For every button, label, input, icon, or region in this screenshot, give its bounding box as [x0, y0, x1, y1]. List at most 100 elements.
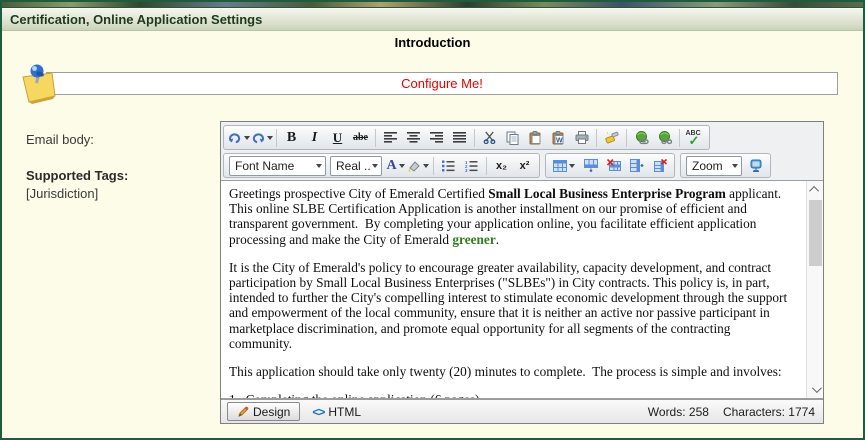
- font-color-icon: A: [386, 158, 396, 174]
- toolbar-separator: [433, 157, 434, 175]
- strikethrough-button[interactable]: abe: [349, 127, 372, 148]
- align-left-icon: [384, 132, 397, 143]
- hyperlink-button[interactable]: [630, 127, 653, 148]
- editor-text[interactable]: Greetings prospective City of Emerald Ce…: [221, 181, 806, 398]
- undo-icon: [251, 131, 265, 144]
- email-body-label: Email body:: [26, 132, 94, 147]
- align-center-button[interactable]: [402, 127, 425, 148]
- scrollbar-thumb[interactable]: [809, 200, 822, 266]
- editor-toolbar-row1: B I U abe: [223, 124, 821, 151]
- pencil-icon: [237, 406, 249, 418]
- chevron-down-icon: [423, 164, 429, 168]
- numbered-list-button[interactable]: 123: [460, 155, 483, 176]
- code-icon: <>: [312, 405, 324, 419]
- bullet-list-button[interactable]: [437, 155, 460, 176]
- rich-text-editor: B I U abe: [220, 121, 824, 424]
- chevron-down-icon: [732, 164, 738, 168]
- toolbar-group-font: Font Name Real ... A: [223, 153, 540, 178]
- font-color-button[interactable]: A: [384, 155, 407, 176]
- subscript-button[interactable]: x₂: [490, 155, 513, 176]
- editor-scrollbar[interactable]: [806, 181, 823, 398]
- justify-icon: [453, 132, 466, 143]
- justify-button[interactable]: [448, 127, 471, 148]
- character-count: Characters: 1774: [723, 405, 815, 419]
- underline-icon: U: [333, 130, 342, 146]
- bold-button[interactable]: B: [280, 127, 303, 148]
- toolbar-group-table: [545, 153, 675, 178]
- editor-statusbar: Design <> HTML Words: 258 Characters: 17…: [221, 399, 823, 423]
- undo-button[interactable]: [250, 127, 273, 148]
- editor-paragraph: Greetings prospective City of Emerald Ce…: [229, 186, 796, 247]
- scroll-down-button[interactable]: [807, 381, 823, 398]
- background-color-button[interactable]: [407, 155, 430, 176]
- chevron-down-icon: [316, 164, 322, 168]
- chevron-down-icon: [372, 164, 378, 168]
- toolbar-separator: [486, 157, 487, 175]
- chevron-down-icon: [569, 164, 575, 168]
- header-photo-strip: [2, 2, 863, 8]
- redo-button[interactable]: [227, 127, 250, 148]
- configure-banner-text: Configure Me!: [401, 76, 483, 91]
- superscript-icon: x²: [520, 160, 530, 172]
- section-titlebar: Certification, Online Application Settin…: [2, 9, 863, 31]
- font-size-select[interactable]: Real ...: [330, 156, 382, 176]
- toolbar-separator: [679, 129, 680, 147]
- align-center-icon: [407, 132, 420, 143]
- superscript-button[interactable]: x²: [513, 155, 536, 176]
- cut-icon: [483, 131, 496, 144]
- toolbar-separator: [474, 129, 475, 147]
- strikethrough-icon: abe: [353, 132, 368, 143]
- zoom-select[interactable]: Zoom: [686, 156, 742, 176]
- add-row-button[interactable]: [579, 155, 602, 176]
- align-right-icon: [430, 132, 443, 143]
- sticky-note-icon: [14, 60, 62, 113]
- tab-html-label: HTML: [328, 405, 361, 419]
- paste-icon: [529, 131, 542, 145]
- italic-button[interactable]: I: [303, 127, 326, 148]
- chevron-down-icon: [399, 164, 405, 168]
- toolbar-group-main: B I U abe: [223, 125, 710, 150]
- delete-row-button[interactable]: [602, 155, 625, 176]
- add-column-button[interactable]: [625, 155, 648, 176]
- word-count: Words: 258: [648, 405, 709, 419]
- checkmark-icon: ✓: [689, 133, 700, 149]
- page-title: Introduction: [2, 35, 863, 50]
- remove-link-button[interactable]: [653, 127, 676, 148]
- align-right-button[interactable]: [425, 127, 448, 148]
- bold-icon: B: [287, 130, 296, 146]
- print-icon: [575, 131, 589, 144]
- font-name-select[interactable]: Font Name: [229, 156, 326, 176]
- paste-button[interactable]: [524, 127, 547, 148]
- editor-content-area[interactable]: Greetings prospective City of Emerald Ce…: [221, 180, 823, 399]
- cut-button[interactable]: [478, 127, 501, 148]
- insert-table-icon: [553, 160, 567, 172]
- copy-icon: [506, 131, 519, 145]
- print-button[interactable]: [570, 127, 593, 148]
- editor-paragraph: 1. Completing the online application (6 …: [229, 392, 796, 398]
- section-title: Certification, Online Application Settin…: [10, 12, 262, 27]
- toolbar-separator: [276, 129, 277, 147]
- toolbar-separator: [626, 129, 627, 147]
- spellcheck-button[interactable]: ABC ✓: [683, 127, 706, 148]
- chevron-down-icon: [812, 383, 822, 393]
- scroll-up-button[interactable]: [807, 181, 823, 198]
- underline-button[interactable]: U: [326, 127, 349, 148]
- editor-paragraph: This application should take only twenty…: [229, 364, 796, 379]
- align-left-button[interactable]: [379, 127, 402, 148]
- tab-html[interactable]: <> HTML: [312, 405, 361, 419]
- tab-design[interactable]: Design: [227, 402, 300, 421]
- bullet-list-icon: [442, 160, 455, 172]
- insert-table-button[interactable]: [549, 155, 579, 176]
- paste-from-word-button[interactable]: W: [547, 127, 570, 148]
- copy-button[interactable]: [501, 127, 524, 148]
- delete-column-button[interactable]: [648, 155, 671, 176]
- editor-counters: Words: 258 Characters: 1774: [648, 405, 817, 419]
- svg-text:W: W: [556, 137, 563, 144]
- module-manager-icon: [749, 159, 763, 173]
- module-manager-button[interactable]: [744, 155, 767, 176]
- format-stripper-button[interactable]: [600, 127, 623, 148]
- numbered-list-icon: 123: [465, 160, 478, 172]
- editor-toolbar-row2: Font Name Real ... A: [223, 152, 821, 179]
- toolbar-separator: [375, 129, 376, 147]
- chevron-up-icon: [809, 186, 819, 196]
